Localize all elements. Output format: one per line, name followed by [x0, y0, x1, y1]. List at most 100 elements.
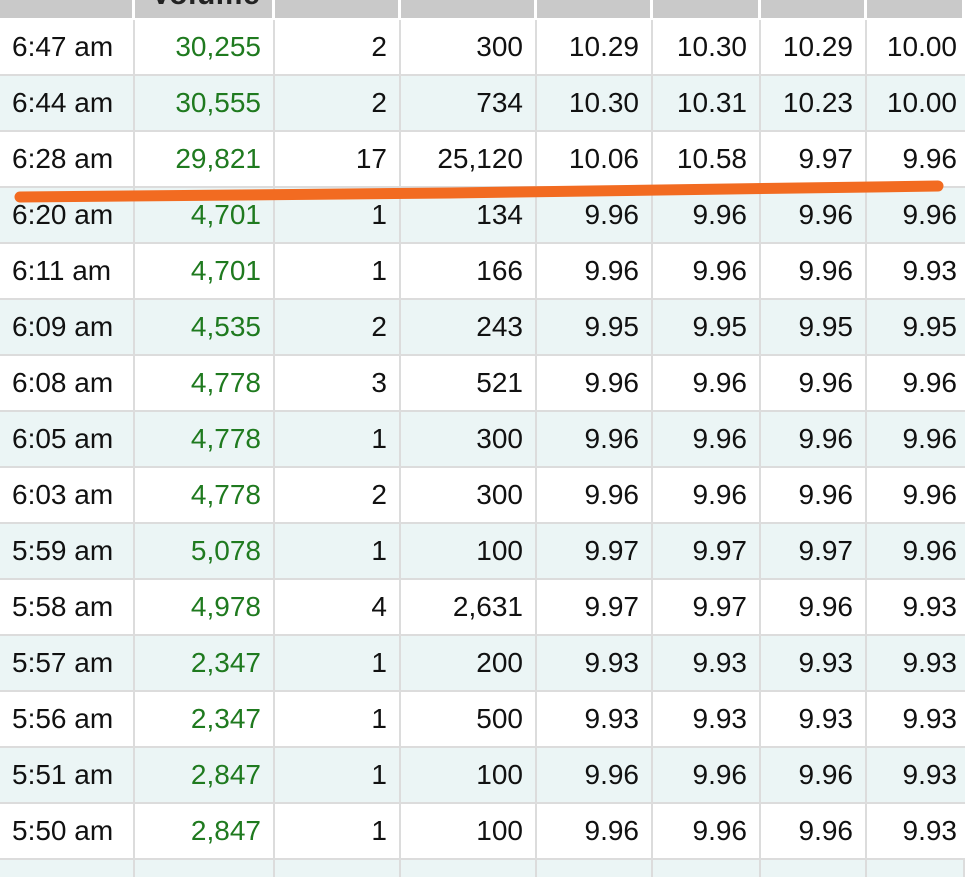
low-cell: 9.93: [761, 692, 867, 746]
table-row[interactable]: 6:11 am 4,701 1 166 9.96 9.96 9.96 9.93: [0, 244, 965, 300]
high-cell: 9.93: [653, 692, 761, 746]
open-cell: 9.93: [537, 692, 653, 746]
volume-cell: 2,847: [135, 748, 275, 802]
open-cell: 10.29: [537, 20, 653, 74]
header-low[interactable]: [761, 0, 867, 18]
close-cell: 9.96: [902, 423, 958, 454]
table-row[interactable]: 6:09 am 4,535 2 243 9.95 9.95 9.95 9.95: [0, 300, 965, 356]
trades-cell: 1: [275, 524, 401, 578]
volume-cell: 2,847: [135, 804, 275, 858]
low-cell: 10.29: [761, 20, 867, 74]
table-row[interactable]: 5:50 am 2,847 1 100 9.96 9.96 9.96 9.93: [0, 804, 965, 860]
volume-cell: 4,701: [135, 188, 275, 242]
shares-cell: 500: [401, 692, 537, 746]
shares-cell: 200: [401, 636, 537, 690]
close-cell: 9.95: [902, 311, 958, 342]
close-cell: 9.93: [902, 703, 958, 734]
high-cell: 9.96: [653, 188, 761, 242]
table-header: Volume: [0, 0, 965, 18]
trades-cell: 2: [275, 76, 401, 130]
high-cell: 9.95: [653, 300, 761, 354]
close-cell: 9.96: [902, 367, 958, 398]
low-cell: 10.23: [761, 76, 867, 130]
time-cell: 6:05 am: [0, 412, 135, 466]
table-row[interactable]: 6:44 am 30,555 2 734 10.30 10.31 10.23 10.00: [0, 76, 965, 132]
volume-cell: 29,821: [135, 132, 275, 186]
volume-cell: 30,555: [135, 76, 275, 130]
open-cell: 9.96: [537, 468, 653, 522]
header-time[interactable]: [0, 0, 135, 18]
table-row[interactable]: 5:56 am 2,347 1 500 9.93 9.93 9.93 9.93: [0, 692, 965, 748]
time-cell: 5:58 am: [0, 580, 135, 634]
shares-cell: 734: [401, 76, 537, 130]
time-cell: 6:20 am: [0, 188, 135, 242]
trades-cell: 3: [275, 356, 401, 410]
high-cell: 10.58: [653, 132, 761, 186]
high-cell: 9.96: [653, 804, 761, 858]
low-cell: 9.93: [761, 636, 867, 690]
time-cell: 5:59 am: [0, 524, 135, 578]
open-cell: 10.06: [537, 132, 653, 186]
partial-table-row: [0, 860, 965, 877]
volume-cell: 4,778: [135, 468, 275, 522]
open-cell: 9.95: [537, 300, 653, 354]
close-cell: 10.00: [886, 87, 957, 118]
low-cell: 9.96: [761, 244, 867, 298]
trades-cell: 1: [275, 188, 401, 242]
low-cell: 9.96: [761, 804, 867, 858]
table-row[interactable]: 5:59 am 5,078 1 100 9.97 9.97 9.97 9.96: [0, 524, 965, 580]
table-row[interactable]: 5:57 am 2,347 1 200 9.93 9.93 9.93 9.93: [0, 636, 965, 692]
low-cell: 9.97: [761, 524, 867, 578]
time-cell: 5:56 am: [0, 692, 135, 746]
time-cell: 6:11 am: [0, 244, 135, 298]
shares-cell: 521: [401, 356, 537, 410]
close-cell: 9.93: [902, 815, 958, 846]
time-cell: 6:47 am: [0, 20, 135, 74]
table-row[interactable]: 6:47 am 30,255 2 300 10.29 10.30 10.29 10.00: [0, 20, 965, 76]
volume-cell: 4,535: [135, 300, 275, 354]
volume-cell: 2,347: [135, 692, 275, 746]
close-cell: 9.93: [902, 759, 958, 790]
open-cell: 9.96: [537, 804, 653, 858]
shares-cell: 100: [401, 804, 537, 858]
volume-cell: 4,778: [135, 412, 275, 466]
shares-cell: 300: [401, 412, 537, 466]
trades-cell: 4: [275, 580, 401, 634]
header-close[interactable]: [867, 0, 965, 18]
volume-cell: 30,255: [135, 20, 275, 74]
trades-cell: 2: [275, 20, 401, 74]
shares-cell: 100: [401, 748, 537, 802]
time-cell: 5:57 am: [0, 636, 135, 690]
trades-cell: 1: [275, 748, 401, 802]
table-row[interactable]: 6:28 am 29,821 17 25,120 10.06 10.58 9.97 9.96: [0, 132, 965, 188]
shares-cell: 300: [401, 20, 537, 74]
header-open[interactable]: [537, 0, 653, 18]
trades-cell: 1: [275, 804, 401, 858]
open-cell: 9.96: [537, 188, 653, 242]
table-row[interactable]: 6:05 am 4,778 1 300 9.96 9.96 9.96 9.96: [0, 412, 965, 468]
open-cell: 10.30: [537, 76, 653, 130]
open-cell: 9.96: [537, 244, 653, 298]
close-cell: 9.96: [902, 143, 958, 174]
header-shares[interactable]: [401, 0, 537, 18]
header-trades[interactable]: [275, 0, 401, 18]
trades-cell: 17: [275, 132, 401, 186]
high-cell: 9.97: [653, 580, 761, 634]
header-high[interactable]: [653, 0, 761, 18]
high-cell: 9.93: [653, 636, 761, 690]
time-cell: 6:08 am: [0, 356, 135, 410]
table-row[interactable]: 6:20 am 4,701 1 134 9.96 9.96 9.96 9.96: [0, 188, 965, 244]
shares-cell: 100: [401, 524, 537, 578]
trades-cell: 1: [275, 636, 401, 690]
table-row[interactable]: 6:03 am 4,778 2 300 9.96 9.96 9.96 9.96: [0, 468, 965, 524]
open-cell: 9.93: [537, 636, 653, 690]
high-cell: 9.96: [653, 748, 761, 802]
table-row[interactable]: 5:51 am 2,847 1 100 9.96 9.96 9.96 9.93: [0, 748, 965, 804]
header-volume[interactable]: Volume: [135, 0, 275, 18]
table-row[interactable]: 6:08 am 4,778 3 521 9.96 9.96 9.96 9.96: [0, 356, 965, 412]
shares-cell: 134: [401, 188, 537, 242]
open-cell: 9.96: [537, 412, 653, 466]
table-row[interactable]: 5:58 am 4,978 4 2,631 9.97 9.97 9.96 9.93: [0, 580, 965, 636]
trades-cell: 2: [275, 468, 401, 522]
trades-cell: 1: [275, 412, 401, 466]
